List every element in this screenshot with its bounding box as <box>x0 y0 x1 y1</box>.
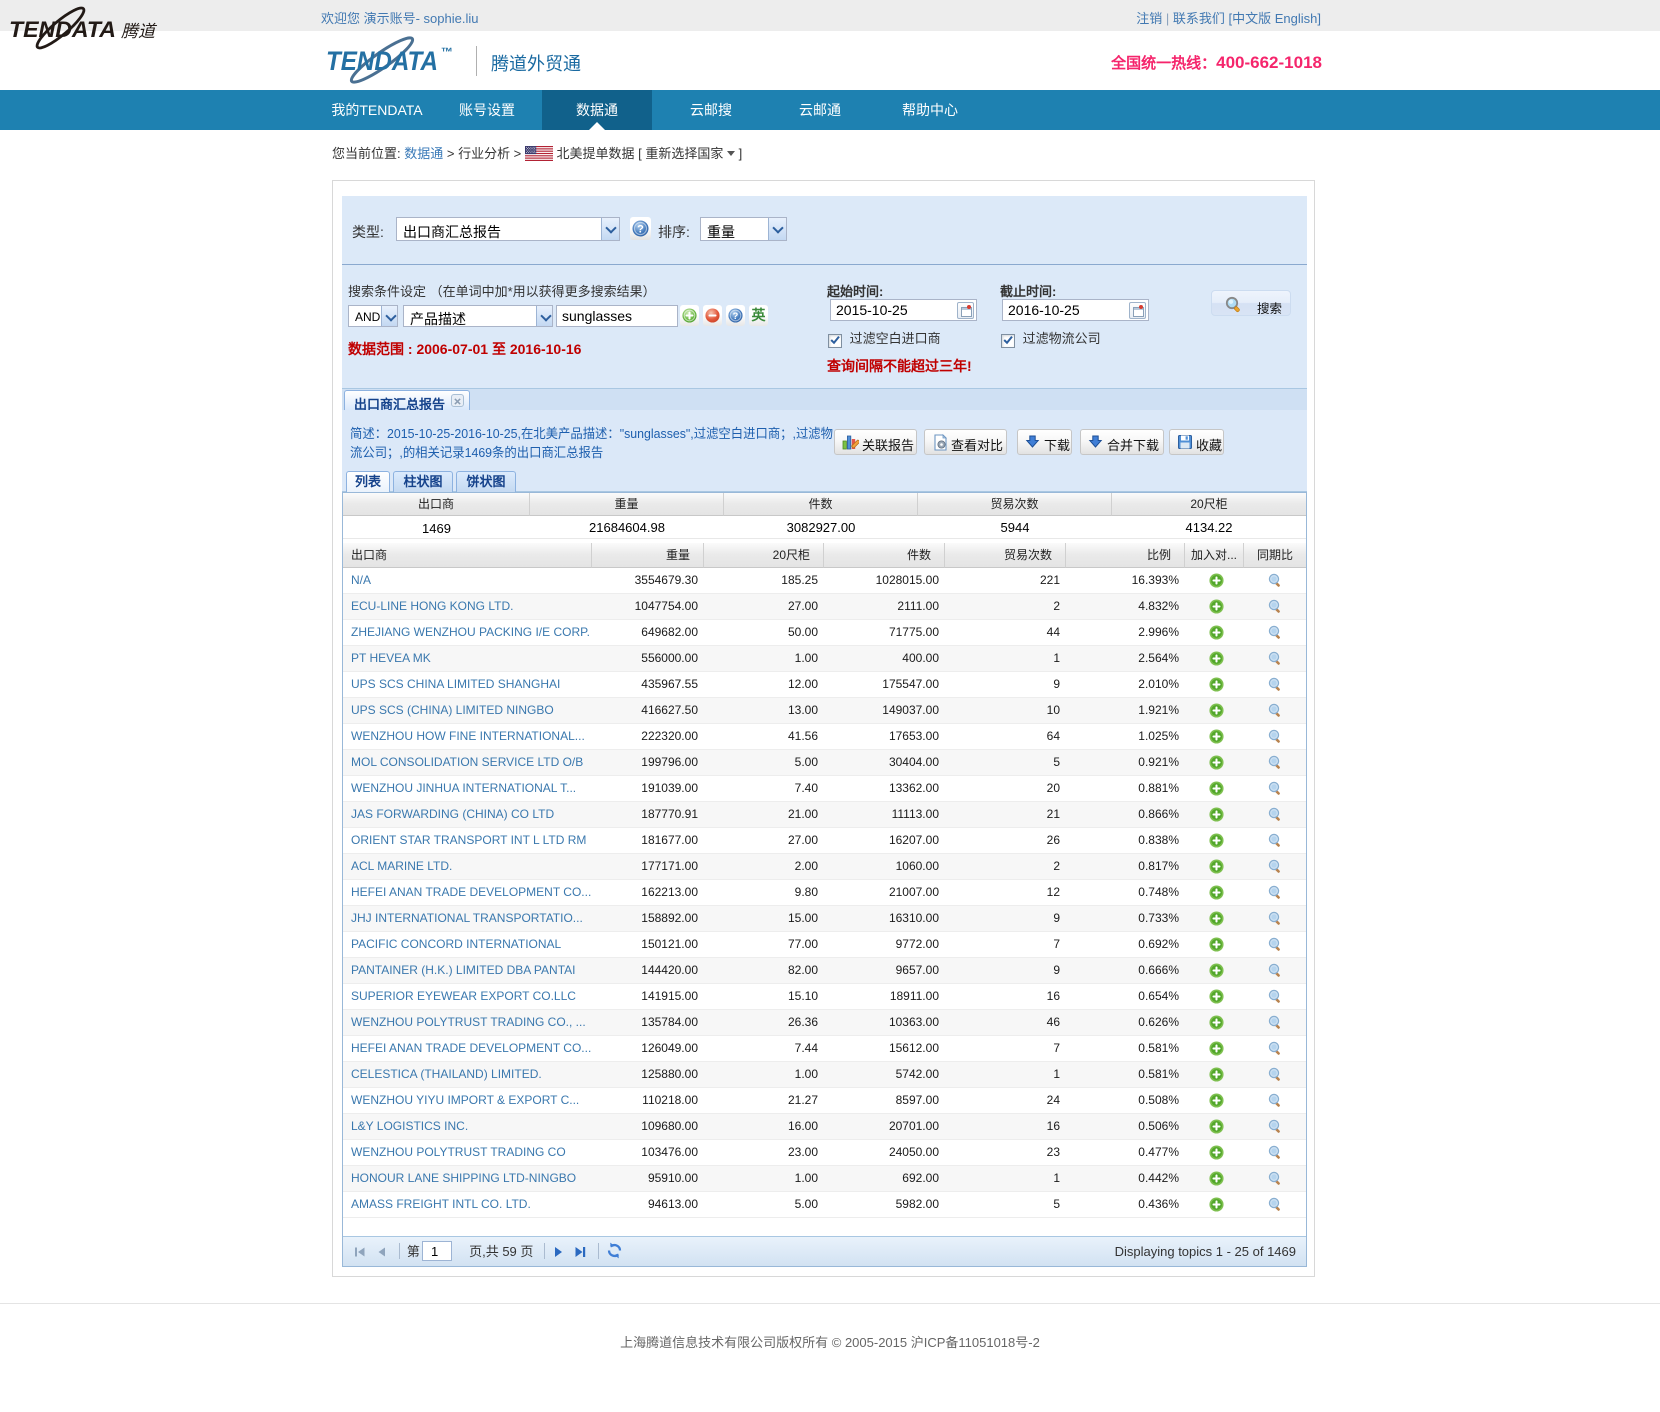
svg-text:?: ? <box>637 224 644 236</box>
svg-text:TENDATA: TENDATA <box>9 17 116 42</box>
svg-text:腾道: 腾道 <box>121 22 158 41</box>
svg-text:TENDATA: TENDATA <box>326 46 438 76</box>
svg-text:™: ™ <box>441 45 453 59</box>
svg-text:?: ? <box>733 311 739 321</box>
